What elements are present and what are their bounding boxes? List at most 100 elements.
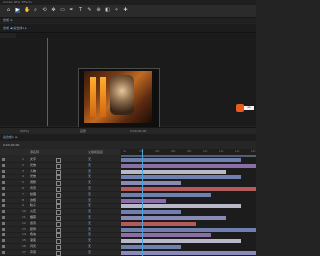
layer-name[interactable]: 纹理 — [30, 192, 36, 197]
visibility-eye-icon[interactable] — [2, 187, 5, 190]
layer-track-bar[interactable] — [121, 158, 241, 162]
visibility-eye-icon[interactable] — [2, 216, 5, 219]
layer-track-bar[interactable] — [121, 198, 166, 203]
parent-dropdown[interactable]: 无 — [88, 221, 91, 226]
layer-name[interactable]: 调整 — [30, 180, 36, 185]
parent-dropdown[interactable]: 无 — [88, 244, 91, 249]
visibility-eye-icon[interactable] — [2, 181, 5, 185]
puppet-pin-icon[interactable]: ✚ — [123, 8, 128, 13]
visibility-eye-icon[interactable] — [2, 233, 5, 237]
parent-dropdown[interactable]: 无 — [88, 232, 91, 237]
layer-name[interactable]: 渐变 — [30, 238, 36, 243]
layer-track-bar[interactable] — [121, 175, 241, 180]
tab-timeline[interactable]: 总合成1 ≡ — [3, 135, 17, 140]
layer-name[interactable]: 边框 — [30, 198, 36, 203]
visibility-eye-icon[interactable] — [2, 210, 5, 214]
extension-badge[interactable]: Ae — [244, 106, 254, 110]
layer-name[interactable]: 装饰 — [30, 227, 36, 232]
parent-dropdown[interactable]: 无 — [88, 163, 91, 168]
parent-dropdown[interactable]: 无 — [88, 192, 91, 197]
layer-number: 15 — [22, 238, 26, 243]
visibility-eye-icon[interactable] — [2, 221, 5, 225]
layer-track-bar[interactable] — [121, 210, 181, 215]
layer-number: 3 — [22, 168, 24, 173]
playhead[interactable] — [142, 149, 143, 256]
parent-dropdown[interactable]: 无 — [88, 169, 91, 174]
tab-composition[interactable]: 合成 ≡ — [3, 18, 12, 23]
parent-dropdown[interactable]: 无 — [88, 157, 91, 162]
layer-track-bar[interactable] — [121, 181, 181, 186]
extension-logo-icon[interactable] — [236, 104, 244, 112]
visibility-eye-icon[interactable] — [2, 250, 5, 254]
layer-name[interactable]: 声音 — [30, 250, 36, 255]
visibility-eye-icon[interactable] — [2, 239, 5, 243]
visibility-eye-icon[interactable] — [2, 227, 5, 231]
layer-name[interactable]: 粒子 — [30, 203, 36, 208]
parent-dropdown[interactable]: 无 — [88, 174, 91, 179]
pan-behind-icon[interactable]: ✥ — [51, 8, 56, 13]
layer-number: 11 — [22, 215, 26, 219]
composition-breadcrumb[interactable]: 合成 ◀ 总合成1 ▸ — [3, 25, 27, 31]
visibility-eye-icon[interactable] — [2, 204, 5, 208]
orbit-icon[interactable]: ⟲ — [42, 8, 47, 13]
layer-number: 5 — [22, 180, 24, 185]
layer-name[interactable]: 烟雾 — [30, 215, 36, 220]
layer-number: 12 — [22, 220, 26, 225]
parent-dropdown[interactable]: 无 — [88, 238, 91, 243]
layer-name[interactable]: 人物 — [30, 169, 36, 174]
layer-name[interactable]: 火花 — [30, 209, 36, 214]
visibility-eye-icon[interactable] — [2, 158, 5, 161]
layer-track-bar[interactable] — [121, 221, 196, 226]
layer-list: 1 文字无 2 光效无 3 人物无 4 光效无 5 调整无 6 背景无 7 纹理无 8 边框无 9 粒子无 10 火花… — [0, 155, 120, 256]
parent-dropdown[interactable]: 无 — [88, 250, 91, 255]
visibility-eye-icon[interactable] — [2, 192, 5, 196]
layer-name[interactable]: 遮罩 — [30, 221, 36, 226]
parent-dropdown[interactable]: 无 — [88, 203, 91, 208]
hand-icon[interactable]: ✋ — [24, 8, 30, 13]
layer-number: 8 — [22, 197, 24, 202]
layer-name[interactable]: 文字 — [30, 157, 36, 162]
home-icon[interactable]: ⌂ — [6, 8, 11, 13]
robot-figure — [110, 75, 134, 115]
timeline-timecode[interactable]: 0;00;00;00 — [3, 142, 19, 148]
vertical-guide[interactable] — [47, 38, 48, 126]
parent-dropdown[interactable]: 无 — [88, 186, 91, 191]
pen-icon[interactable]: ✒ — [69, 8, 74, 13]
rectangle-icon[interactable]: ▭ — [60, 8, 65, 13]
layer-row[interactable]: 17 声音 无 — [0, 250, 120, 256]
timeline-tabs: 总合成1 ≡ — [0, 134, 256, 141]
layer-name[interactable]: 光效 — [30, 163, 36, 168]
parent-dropdown[interactable]: 无 — [88, 215, 91, 220]
layer-track-bar[interactable] — [121, 245, 181, 249]
layer-track-bar[interactable] — [121, 239, 241, 244]
type-icon[interactable]: T — [78, 8, 83, 13]
parent-dropdown[interactable]: 无 — [88, 227, 91, 232]
layer-track-bar[interactable] — [121, 204, 241, 209]
layer-name[interactable]: 光效 — [30, 174, 36, 179]
layer-number: 13 — [22, 226, 26, 231]
parent-dropdown[interactable]: 无 — [88, 198, 91, 203]
layer-name[interactable]: 色块 — [30, 232, 36, 237]
visibility-eye-icon[interactable] — [2, 245, 5, 248]
layer-number: 14 — [22, 232, 26, 237]
layer-number: 10 — [22, 209, 26, 214]
layer-switch-icon[interactable] — [56, 250, 61, 256]
layer-name[interactable]: 背景 — [30, 186, 36, 191]
layer-name[interactable]: 闪光 — [30, 244, 36, 249]
layer-track-bar[interactable] — [121, 233, 211, 238]
layer-track-bar[interactable] — [121, 169, 226, 174]
zoom-icon[interactable]: ⌕ — [33, 8, 38, 13]
parent-dropdown[interactable]: 无 — [88, 180, 91, 185]
selection-arrow-icon[interactable]: ▶ — [15, 8, 20, 13]
clone-stamp-icon[interactable]: ⊕ — [96, 8, 101, 13]
visibility-eye-icon[interactable] — [2, 169, 5, 173]
visibility-eye-icon[interactable] — [2, 163, 5, 167]
eraser-icon[interactable]: ◧ — [105, 8, 110, 13]
visibility-eye-icon[interactable] — [2, 198, 5, 202]
roto-brush-icon[interactable]: ✧ — [114, 8, 119, 13]
brush-icon[interactable]: ✎ — [87, 8, 92, 13]
visibility-eye-icon[interactable] — [2, 175, 5, 179]
layer-track-bar[interactable] — [121, 192, 211, 197]
layer-track-bar[interactable] — [121, 216, 226, 220]
parent-dropdown[interactable]: 无 — [88, 209, 91, 214]
